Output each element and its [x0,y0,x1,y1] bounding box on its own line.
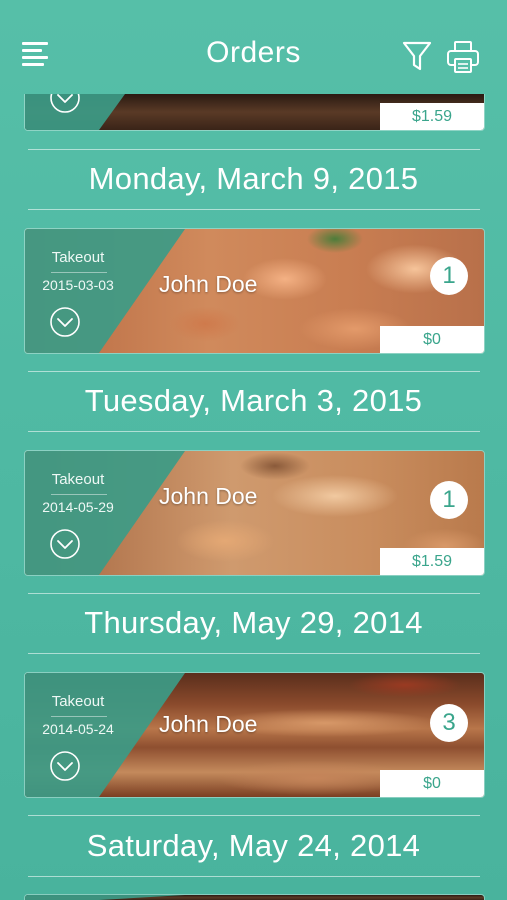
divider [28,876,480,877]
date-header: Saturday, May 24, 2014 [86,828,421,863]
chevron-down-circle-icon[interactable] [49,750,81,782]
order-type: Takeout [51,471,105,488]
order-type: Takeout [51,693,105,710]
divider [51,494,107,495]
divider [28,149,480,150]
order-card[interactable]: Takeout 2014-05-24 John Doe 3 $0 [24,672,485,798]
divider [51,716,107,717]
order-price: $0 [380,326,484,353]
date-header: Monday, March 9, 2015 [88,161,419,196]
divider [51,272,107,273]
divider [28,209,480,210]
order-price: $0 [380,770,484,797]
order-type: Takeout [51,249,105,266]
order-price: $1.59 [380,103,484,130]
divider [28,815,480,816]
order-price: $1.59 [380,548,484,575]
order-card[interactable]: Takeout 2014-05-29 John Doe 1 $1.59 [24,450,485,576]
divider [28,431,480,432]
divider [28,653,480,654]
date-header: Thursday, May 29, 2014 [84,605,423,640]
customer-name: John Doe [159,483,258,509]
chevron-down-circle-icon[interactable] [49,94,81,114]
item-count-badge: 1 [430,481,468,519]
order-date: 2014-05-24 [42,721,114,737]
printer-icon[interactable] [446,40,480,74]
app-header: Orders [0,0,507,100]
item-count-badge: 3 [430,704,468,742]
divider [28,593,480,594]
filter-icon[interactable] [402,40,432,72]
order-card[interactable]: Takeout 2015-03-03 John Doe 1 $0 [24,228,485,354]
item-count-badge: 1 [430,257,468,295]
customer-name: John Doe [159,271,258,297]
order-card[interactable] [24,894,485,900]
customer-name: John Doe [159,711,258,737]
order-date: 2014-05-29 [42,499,114,515]
date-header: Tuesday, March 3, 2015 [84,383,423,418]
order-card[interactable]: $1.59 [24,94,485,131]
divider [28,371,480,372]
chevron-down-circle-icon[interactable] [49,528,81,560]
chevron-down-circle-icon[interactable] [49,306,81,338]
order-date: 2015-03-03 [42,277,114,293]
